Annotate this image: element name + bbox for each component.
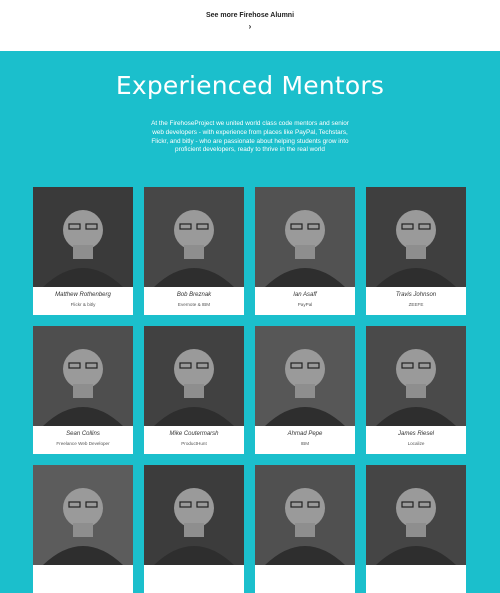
mentor-photo: [366, 465, 466, 565]
mentor-card: Travis Johnson ZEEFE: [366, 187, 466, 315]
mentor-company: ZEEFE: [408, 302, 424, 307]
mentor-name: Matthew Rothenberg: [55, 292, 111, 298]
see-more-alumni-link[interactable]: See more Firehose Alumni: [0, 12, 500, 19]
mentor-card: [366, 465, 466, 593]
mentor-company: Flickr & bitly: [70, 302, 96, 307]
mentor-company: ProductHunt: [181, 441, 207, 446]
mentors-section: Experienced Mentors At the FirehoseProje…: [0, 51, 500, 593]
mentor-photo: [144, 465, 244, 565]
mentor-card: [33, 465, 133, 593]
mentor-name: Ahmad Pepe: [287, 431, 323, 437]
mentor-name: Bob Breznak: [176, 292, 212, 298]
mentor-name: Sean Collins: [66, 431, 100, 437]
mentor-card: [255, 465, 355, 593]
mentor-photo: [255, 465, 355, 565]
mentor-name: Travis Johnson: [395, 292, 437, 298]
mentor-photo: [144, 326, 244, 426]
mentor-grid: Matthew Rothenberg Flickr & bitly Bob Brez…: [0, 51, 500, 593]
mentor-photo: [366, 326, 466, 426]
mentor-company: PayPal: [297, 302, 313, 307]
mentor-card: Sean Collins Freelance Web Developer: [33, 326, 133, 454]
mentor-photo: [33, 465, 133, 565]
mentor-company: Evernote & IBM: [177, 302, 211, 307]
mentor-name: Ian Asaff: [293, 292, 317, 298]
mentor-photo: [255, 326, 355, 426]
chevron-down-icon[interactable]: ›: [0, 22, 500, 31]
mentor-card: Ian Asaff PayPal: [255, 187, 355, 315]
mentor-company: Localize: [407, 441, 425, 446]
alumni-strip: See more Firehose Alumni ›: [0, 0, 500, 51]
mentor-photo: [33, 187, 133, 287]
mentor-card: James Riesel Localize: [366, 326, 466, 454]
mentor-company: IBM: [300, 441, 310, 446]
mentor-photo: [144, 187, 244, 287]
mentor-company: Freelance Web Developer: [56, 441, 110, 446]
mentor-photo: [33, 326, 133, 426]
mentor-name: Mike Coutermarsh: [169, 431, 219, 437]
mentor-name: James Riesel: [397, 431, 434, 437]
mentor-card: [144, 465, 244, 593]
mentor-card: Matthew Rothenberg Flickr & bitly: [33, 187, 133, 315]
mentor-card: Ahmad Pepe IBM: [255, 326, 355, 454]
mentor-photo: [366, 187, 466, 287]
mentor-card: Mike Coutermarsh ProductHunt: [144, 326, 244, 454]
mentor-card: Bob Breznak Evernote & IBM: [144, 187, 244, 315]
mentor-photo: [255, 187, 355, 287]
